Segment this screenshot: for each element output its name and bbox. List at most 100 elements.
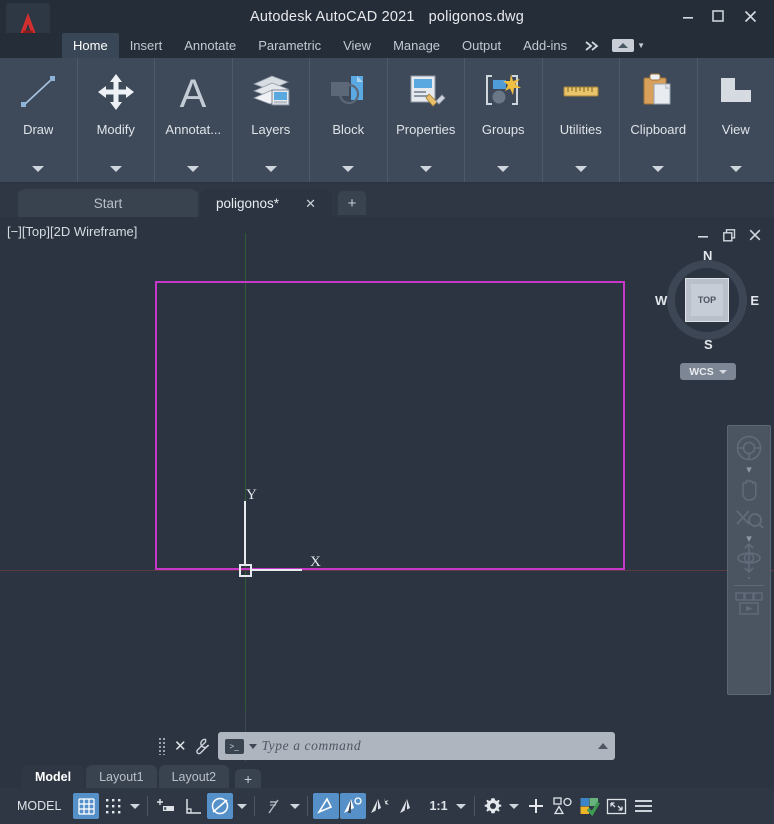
command-history-chevron-icon[interactable] (248, 743, 257, 749)
pan-hand-icon[interactable] (731, 473, 767, 503)
ribbon-tab-addins[interactable]: Add-ins (512, 33, 578, 58)
panel-expand-arrow-icon[interactable] (342, 166, 355, 172)
workspace-switch-button[interactable]: ▼ (612, 39, 645, 52)
command-expand-icon[interactable] (598, 743, 608, 749)
ribbon-panel-annotation[interactable]: A Annotat... (155, 58, 233, 182)
navigation-bar[interactable]: ▾ ▾ · (727, 425, 771, 695)
command-line-drag-handle[interactable] (158, 737, 167, 755)
command-line[interactable]: ✕ >_ Type a command (158, 730, 615, 762)
orbit-icon[interactable] (731, 542, 767, 574)
ribbon-panel-layers[interactable]: Layers (233, 58, 310, 182)
infer-constraints-toggle[interactable] (153, 793, 179, 819)
viewport-minimize-button[interactable] (695, 227, 711, 243)
snap-mode-toggle[interactable] (100, 793, 126, 819)
hardware-acceleration-icon[interactable] (577, 793, 603, 819)
view-cube-south-label[interactable]: S (704, 337, 713, 352)
model-space-button[interactable]: MODEL (6, 793, 72, 819)
panel-expand-arrow-icon[interactable] (652, 166, 665, 172)
ortho-mode-toggle[interactable] (180, 793, 206, 819)
new-layout-button[interactable]: + (235, 769, 262, 788)
ribbon-tab-manage[interactable]: Manage (382, 33, 451, 58)
customization-menu-icon[interactable] (631, 793, 657, 819)
object-snap-tracking-toggle[interactable] (340, 793, 367, 819)
layout-tab-layout1[interactable]: Layout1 (86, 765, 157, 788)
view-cube-north-label[interactable]: N (703, 248, 712, 263)
isometric-drafting-toggle[interactable] (260, 793, 286, 819)
ribbon-panel-groups[interactable]: Groups (465, 58, 543, 182)
ribbon-tab-insert[interactable]: Insert (119, 33, 174, 58)
lineweight-toggle[interactable] (394, 793, 420, 819)
command-prompt-icon: >_ (224, 738, 244, 754)
zoom-extents-icon[interactable] (731, 505, 767, 535)
showmotion-icon[interactable] (731, 590, 767, 624)
window-title: Autodesk AutoCAD 2021 poligonos.dwg (0, 0, 774, 33)
steering-wheel-icon[interactable] (731, 432, 767, 466)
file-tab-label: Start (93, 195, 123, 211)
panel-expand-arrow-icon[interactable] (419, 166, 432, 172)
polygon-rectangle-entity[interactable] (155, 281, 625, 570)
command-line-close-icon[interactable]: ✕ (174, 737, 187, 755)
clean-screen-icon[interactable] (604, 793, 630, 819)
close-icon[interactable]: ✕ (305, 197, 316, 210)
view-cube-west-label[interactable]: W (655, 293, 667, 308)
command-line-settings-wrench-icon[interactable] (194, 738, 211, 755)
line-icon (16, 63, 60, 121)
isometric-settings-chevron-icon[interactable] (287, 793, 302, 819)
annotation-scale-label[interactable]: 1:1 (421, 793, 452, 819)
view-cube[interactable]: TOP N S W E (655, 248, 759, 352)
window-close-button[interactable] (738, 5, 762, 27)
window-maximize-button[interactable] (706, 5, 730, 27)
ribbon-panel-draw[interactable]: Draw (0, 58, 78, 182)
ribbon-tab-output[interactable]: Output (451, 33, 512, 58)
snap-settings-chevron-icon[interactable] (127, 793, 142, 819)
object-snap-toggle[interactable] (313, 793, 340, 819)
panel-expand-arrow-icon[interactable] (109, 166, 122, 172)
ribbon-tabs-overflow-icon[interactable] (578, 33, 608, 58)
panel-expand-arrow-icon[interactable] (264, 166, 277, 172)
new-file-tab-button[interactable]: + (337, 191, 366, 215)
layout-tab-layout2[interactable]: Layout2 (158, 765, 230, 788)
status-bar: MODEL 1:1 (0, 788, 774, 824)
ribbon-panel-properties[interactable]: Properties (388, 58, 465, 182)
ribbon-tab-parametric[interactable]: Parametric (247, 33, 332, 58)
workspace-settings-gear-icon[interactable] (480, 793, 506, 819)
panel-expand-arrow-icon[interactable] (729, 166, 742, 172)
panel-expand-arrow-icon[interactable] (574, 166, 587, 172)
viewport-close-button[interactable] (747, 227, 763, 243)
ribbon-tab-annotate[interactable]: Annotate (173, 33, 247, 58)
chevron-down-icon: ▼ (637, 41, 646, 50)
ucs-y-arm (244, 501, 246, 565)
ribbon-tab-view[interactable]: View (332, 33, 382, 58)
ribbon-panel-block[interactable]: Block (310, 58, 388, 182)
polar-settings-chevron-icon[interactable] (234, 793, 249, 819)
layout-tab-model[interactable]: Model (22, 765, 85, 788)
view-cube-face[interactable]: TOP (685, 278, 729, 322)
viewport-controls-label[interactable]: [−][Top][2D Wireframe] (7, 224, 137, 239)
ucs-y-label: Y (246, 487, 257, 503)
drawing-canvas[interactable]: [−][Top][2D Wireframe] X Y TOP N S W E W… (0, 217, 774, 762)
panel-expand-arrow-icon[interactable] (187, 166, 200, 172)
annotation-scale-chevron-icon[interactable] (454, 793, 469, 819)
panel-expand-arrow-icon[interactable] (497, 166, 510, 172)
viewport-restore-button[interactable] (721, 227, 737, 243)
file-tab-poligonos[interactable]: poligonos* ✕ (200, 189, 332, 217)
coordinate-system-selector[interactable]: WCS (680, 363, 736, 380)
view-cube-east-label[interactable]: E (750, 293, 759, 308)
grid-display-toggle[interactable] (73, 793, 100, 819)
window-minimize-button[interactable] (676, 5, 700, 27)
ribbon-tab-home[interactable]: Home (62, 33, 119, 58)
polar-tracking-toggle[interactable] (207, 793, 234, 819)
command-input[interactable]: >_ Type a command (217, 732, 615, 760)
panel-expand-arrow-icon[interactable] (32, 166, 45, 172)
navbar-dropdown-dot[interactable]: · (747, 573, 751, 584)
ribbon-panel-view[interactable]: View (698, 58, 774, 182)
panel-label: Utilities (559, 122, 602, 137)
file-tab-start[interactable]: Start (18, 189, 198, 217)
dynamic-ucs-toggle[interactable] (367, 793, 393, 819)
ribbon-panel-modify[interactable]: Modify (78, 58, 155, 182)
workspace-chevron-icon[interactable] (507, 793, 522, 819)
ribbon-panel-clipboard[interactable]: Clipboard (620, 58, 698, 182)
isolate-objects-icon[interactable] (550, 793, 576, 819)
add-toolbar-plus-icon[interactable] (523, 793, 549, 819)
ribbon-panel-utilities[interactable]: Utilities (543, 58, 620, 182)
